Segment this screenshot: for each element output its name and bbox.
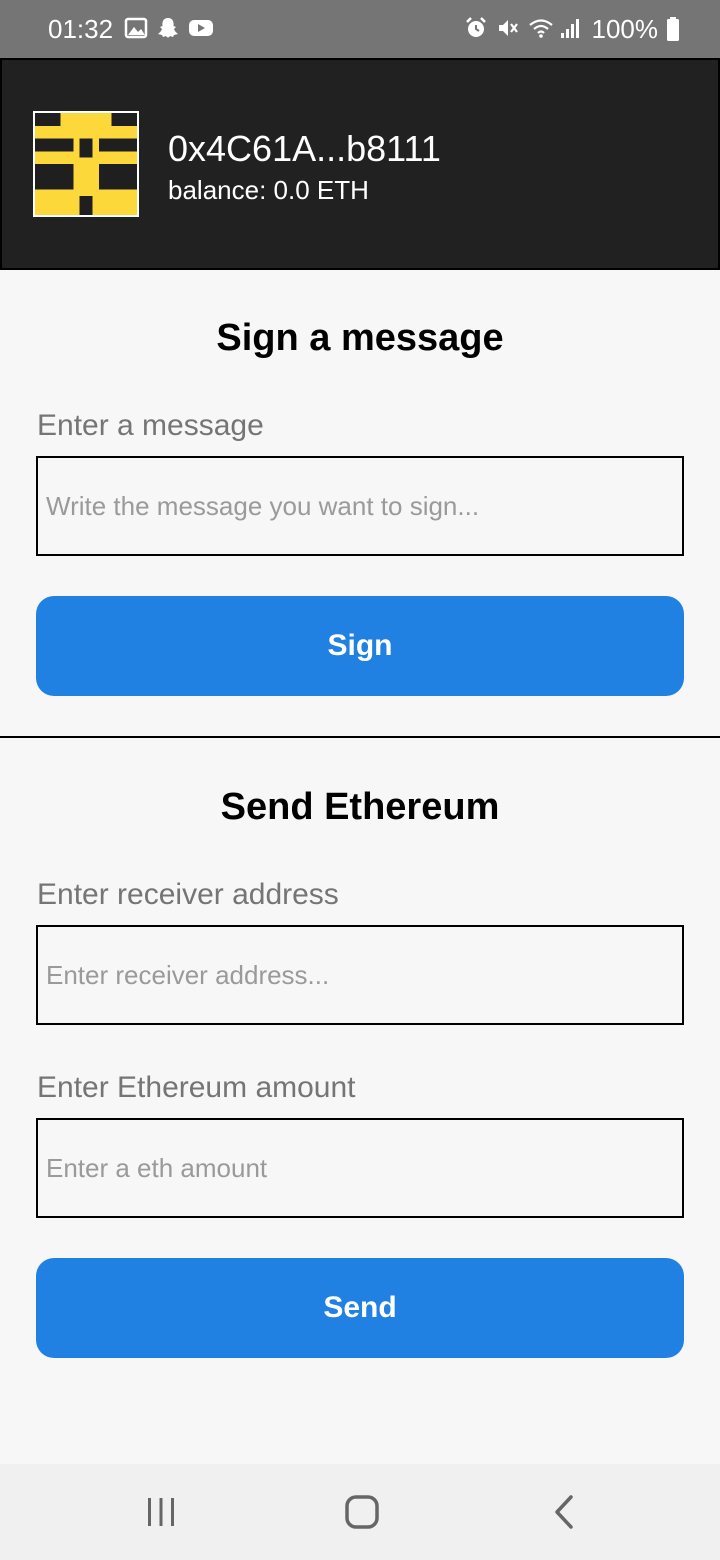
wifi-icon [528,16,553,42]
battery-percent: 100% [591,14,659,44]
eth-amount-input[interactable] [36,1118,684,1218]
status-time: 01:32 [48,14,114,44]
message-input[interactable] [36,456,684,556]
section-divider [0,736,720,738]
wallet-address: 0x4C61A...b8111 [168,128,441,169]
snapchat-icon [156,16,180,42]
home-icon [345,1495,379,1529]
back-icon [555,1495,573,1529]
eth-amount-label: Enter Ethereum amount [37,1071,356,1104]
status-bar: 01:32 100% [0,0,720,58]
back-button[interactable] [534,1488,594,1536]
send-button[interactable]: Send [36,1258,684,1358]
gallery-icon [124,16,148,42]
wallet-balance: balance: 0.0 ETH [168,175,369,205]
signal-icon [560,16,584,42]
recent-apps-button[interactable] [131,1488,191,1536]
system-icons: 100% [464,14,681,44]
sign-section-title: Sign a message [216,317,504,359]
battery-icon [666,16,680,42]
recent-apps-icon [148,1498,174,1526]
youtube-icon [188,16,213,42]
wallet-header: 0x4C61A...b8111 balance: 0.0 ETH [0,58,720,270]
home-button[interactable] [332,1488,392,1536]
receiver-address-label: Enter receiver address [37,878,339,911]
navigation-bar [0,1464,720,1560]
sign-button[interactable]: Sign [36,596,684,696]
identicon-image [35,113,137,215]
avatar[interactable] [33,111,139,217]
alarm-icon [464,16,488,42]
receiver-address-input[interactable] [36,925,684,1025]
message-label: Enter a message [37,409,264,442]
mute-icon [496,16,520,42]
send-section-title: Send Ethereum [220,786,500,828]
notification-icons [124,16,213,42]
